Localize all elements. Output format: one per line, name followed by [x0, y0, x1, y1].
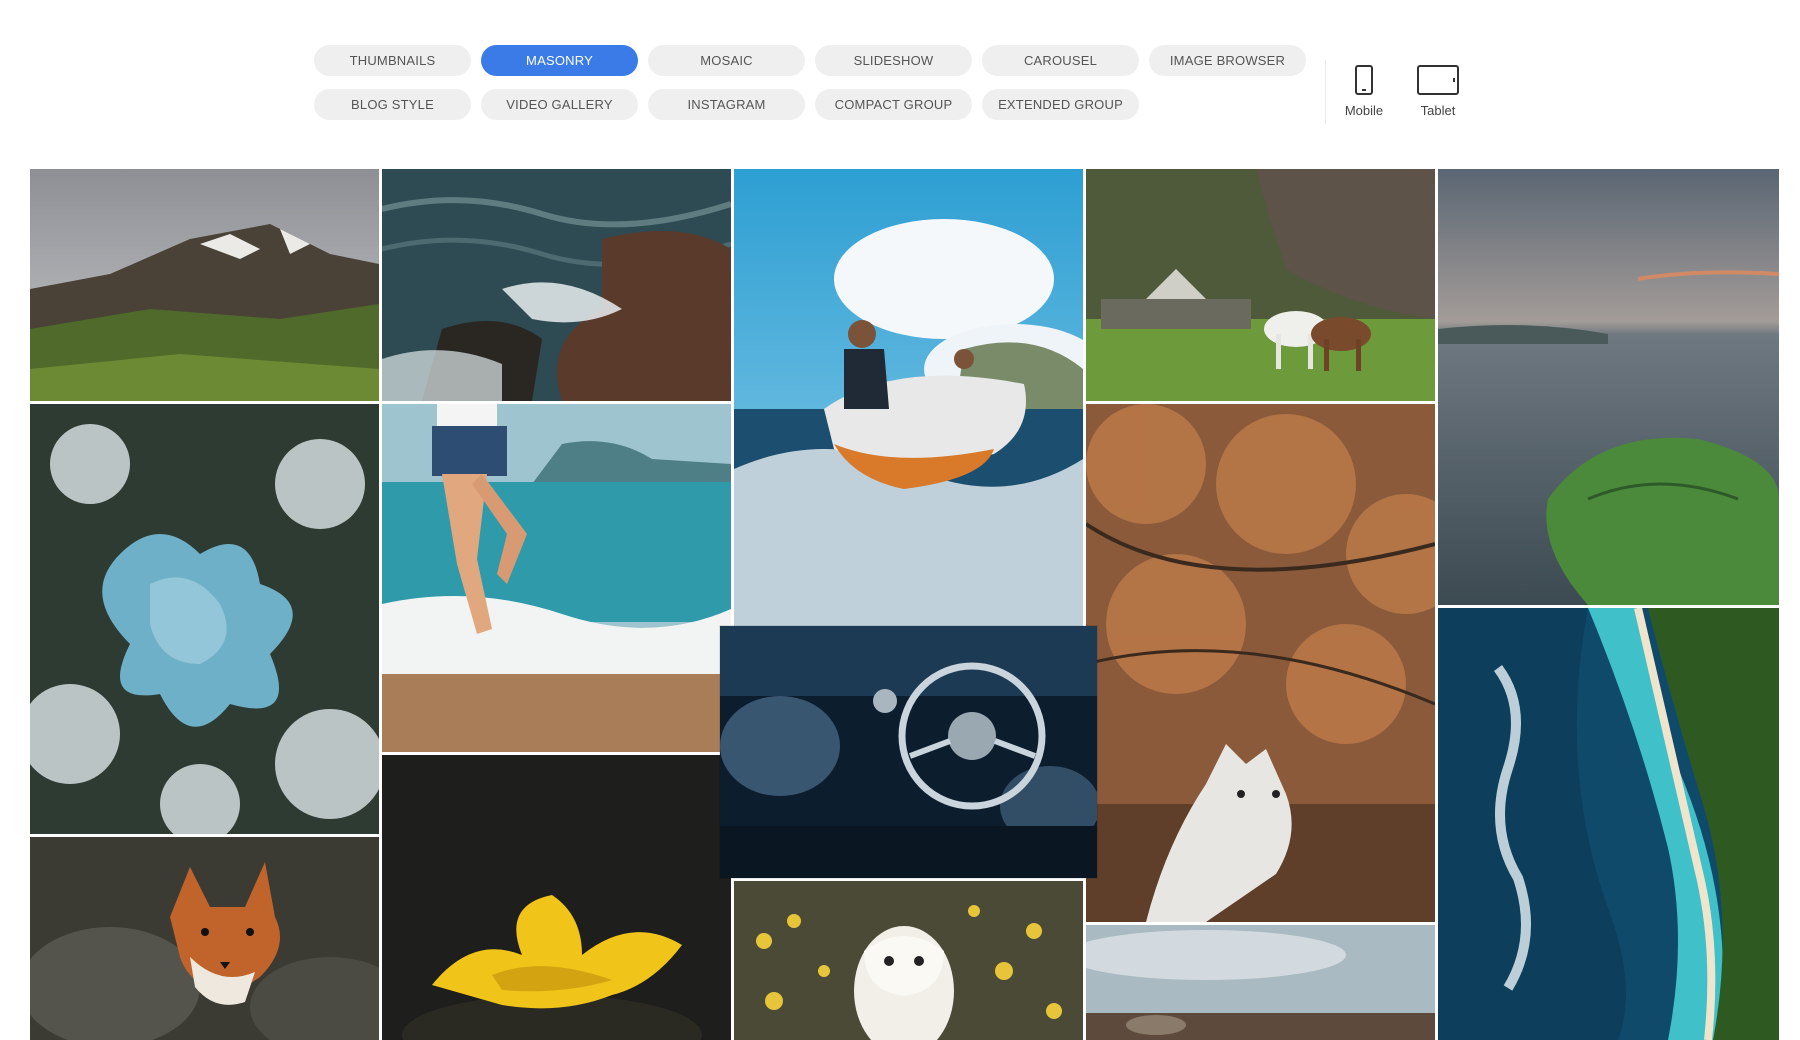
- gallery-photo-mountains[interactable]: [30, 169, 379, 401]
- gallery-photo-aerial-coast[interactable]: [1438, 169, 1779, 605]
- gallery-photo-ocean-rocks[interactable]: [382, 169, 731, 401]
- gallery-photo-car-dashboard[interactable]: [720, 626, 1097, 878]
- masonry-gallery: [0, 0, 1800, 1040]
- gallery-photo-white-horse-forest[interactable]: [1086, 404, 1435, 922]
- gallery-photo-yellow-flower[interactable]: [382, 755, 731, 1040]
- gallery-photo-owl[interactable]: [734, 881, 1083, 1040]
- gallery-photo-rafting[interactable]: [734, 169, 1083, 629]
- gallery-photo-aerial-beach[interactable]: [1438, 608, 1779, 1040]
- gallery-photo-beach-runner[interactable]: [382, 404, 731, 752]
- gallery-photo-field-horizon[interactable]: [1086, 925, 1435, 1040]
- gallery-photo-frozen-lake[interactable]: [30, 404, 379, 834]
- gallery-photo-horses-hut[interactable]: [1086, 169, 1435, 401]
- gallery-photo-fox[interactable]: [30, 837, 379, 1040]
